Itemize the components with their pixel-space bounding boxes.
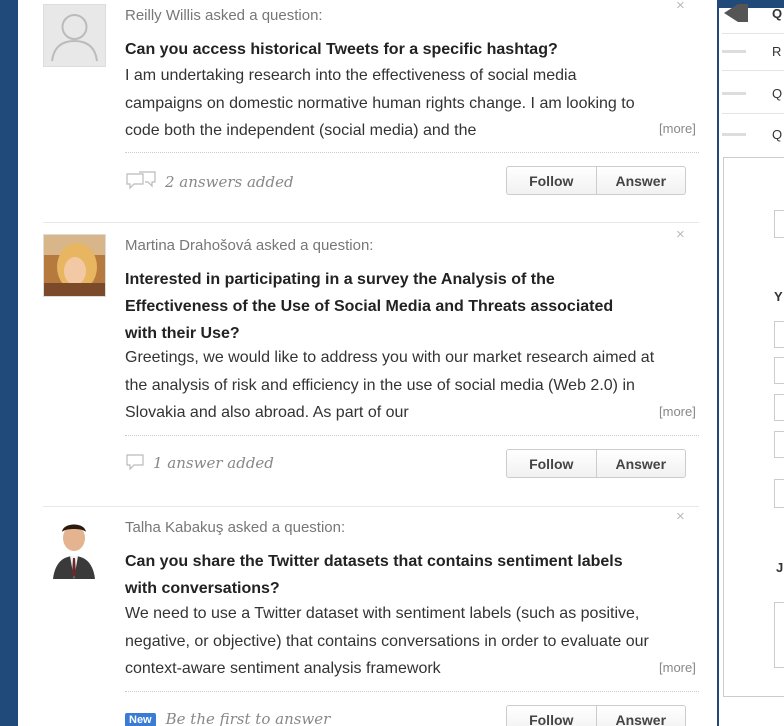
sidebar-item-label: Q bbox=[772, 86, 783, 101]
question-feed: Reilly Willis asked a question: Can you … bbox=[18, 0, 717, 726]
question-excerpt: I am undertaking research into the effec… bbox=[125, 67, 635, 139]
input-field[interactable] bbox=[774, 479, 784, 508]
speech-bubble-icon bbox=[125, 453, 145, 475]
input-field[interactable] bbox=[774, 431, 784, 458]
avatar-photo[interactable] bbox=[43, 516, 106, 579]
avatar-photo[interactable] bbox=[43, 234, 106, 297]
sidebar-item-label: Q bbox=[772, 127, 783, 142]
question-title[interactable]: Interested in participating in a survey … bbox=[125, 266, 645, 347]
sidebar-item[interactable]: Q bbox=[719, 80, 784, 110]
asker-line[interactable]: Martina Drahošová asked a question: bbox=[125, 237, 373, 254]
section-heading: J bbox=[776, 560, 784, 575]
asker-line[interactable]: Reilly Willis asked a question: bbox=[125, 7, 323, 24]
more-link[interactable]: [more] bbox=[655, 404, 696, 419]
text-fade bbox=[625, 656, 655, 678]
question-excerpt: We need to use a Twitter dataset with se… bbox=[125, 605, 649, 677]
action-buttons: Follow Answer bbox=[506, 705, 686, 726]
answer-button[interactable]: Answer bbox=[595, 167, 686, 194]
dash-marker bbox=[722, 50, 746, 53]
answers-text: 1 answer added bbox=[153, 454, 274, 472]
divider bbox=[722, 70, 784, 71]
content-box bbox=[774, 602, 784, 668]
section-heading: Y bbox=[774, 289, 783, 304]
more-link[interactable]: [more] bbox=[655, 660, 696, 675]
close-icon[interactable]: × bbox=[676, 0, 685, 14]
sidebar-item[interactable]: R bbox=[719, 38, 784, 68]
divider bbox=[125, 435, 699, 436]
input-field[interactable] bbox=[774, 321, 784, 348]
feed-item: Talha Kabakuş asked a question: × Can yo… bbox=[18, 506, 717, 726]
avatar-placeholder[interactable] bbox=[43, 4, 106, 67]
input-field[interactable] bbox=[774, 394, 784, 421]
answers-text: Be the first to answer bbox=[165, 710, 331, 726]
answers-count[interactable]: New Be the first to answer bbox=[125, 710, 330, 726]
feed-item: Reilly Willis asked a question: Can you … bbox=[18, 0, 717, 222]
asker-line[interactable]: Talha Kabakuş asked a question: bbox=[125, 519, 345, 536]
speech-bubbles-icon bbox=[125, 171, 157, 195]
feed-item: Martina Drahošová asked a question: × In… bbox=[18, 222, 717, 506]
new-badge: New bbox=[125, 713, 156, 726]
close-icon[interactable]: × bbox=[676, 508, 685, 525]
divider bbox=[125, 691, 699, 692]
follow-button[interactable]: Follow bbox=[507, 706, 596, 726]
divider bbox=[722, 33, 784, 34]
answers-count[interactable]: 2 answers added bbox=[125, 171, 294, 195]
tab-marker-icon bbox=[724, 4, 748, 22]
right-sidebar: Q R Q Q Y J bbox=[719, 0, 784, 726]
more-link[interactable]: [more] bbox=[655, 121, 696, 136]
follow-button[interactable]: Follow bbox=[507, 167, 596, 194]
question-title[interactable]: Can you share the Twitter datasets that … bbox=[125, 548, 645, 602]
follow-button[interactable]: Follow bbox=[507, 450, 596, 477]
question-title[interactable]: Can you access historical Tweets for a s… bbox=[125, 36, 645, 63]
select-box[interactable] bbox=[774, 210, 784, 238]
sidebar-item-label: Q bbox=[772, 6, 783, 21]
dash-marker bbox=[722, 133, 746, 136]
divider bbox=[722, 113, 784, 114]
sidebar-item[interactable]: Q bbox=[719, 121, 784, 151]
divider bbox=[125, 152, 699, 153]
close-icon[interactable]: × bbox=[676, 226, 685, 243]
answer-button[interactable]: Answer bbox=[595, 706, 686, 726]
action-buttons: Follow Answer bbox=[506, 449, 686, 478]
sidebar-item[interactable]: Q bbox=[719, 0, 784, 30]
action-buttons: Follow Answer bbox=[506, 166, 686, 195]
sidebar-panel: Y J bbox=[723, 157, 784, 697]
question-excerpt: Greetings, we would like to address you … bbox=[125, 349, 655, 421]
answers-text: 2 answers added bbox=[165, 173, 294, 191]
input-field[interactable] bbox=[774, 357, 784, 384]
dash-marker bbox=[722, 92, 746, 95]
sidebar-item-label: R bbox=[772, 44, 782, 59]
answer-button[interactable]: Answer bbox=[595, 450, 686, 477]
answers-count[interactable]: 1 answer added bbox=[125, 453, 274, 475]
